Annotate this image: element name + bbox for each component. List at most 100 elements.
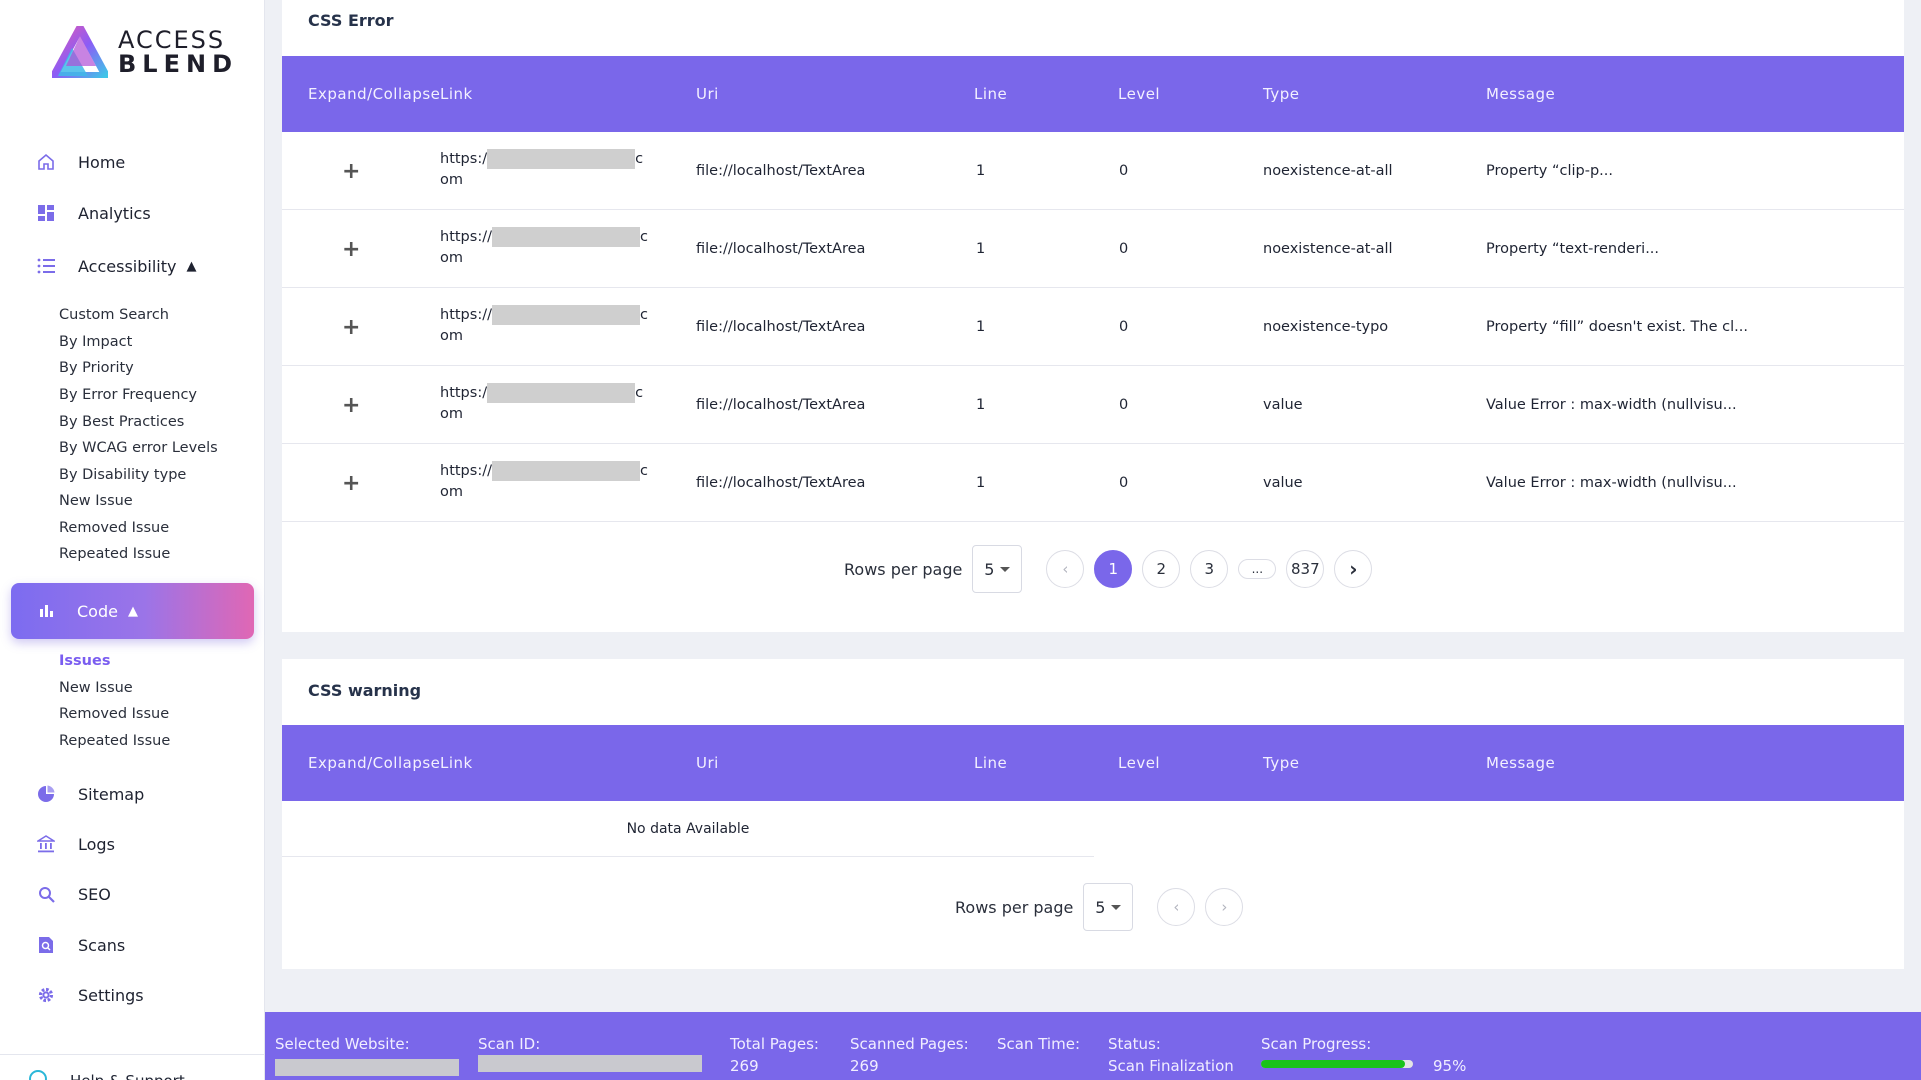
sidebar-item-by-best-practices[interactable]: By Best Practices [59, 414, 184, 430]
prev-page-button[interactable]: ‹ [1157, 888, 1196, 926]
col-message: Message [1486, 753, 1556, 772]
selected-website-redacted [275, 1059, 459, 1076]
rows-per-page-select[interactable]: 5 [972, 545, 1023, 593]
expand-plus-icon[interactable]: + [342, 237, 360, 262]
link-cell[interactable]: https:// c om [440, 444, 648, 522]
brand-line-1: ACCESS [118, 26, 226, 54]
sidebar-item-removed-issue[interactable]: Removed Issue [59, 520, 169, 536]
nav-scans[interactable]: Scans [36, 930, 125, 960]
scan-time: Scan Time: [997, 1033, 1080, 1055]
chevron-left-icon: ‹ [1173, 898, 1180, 916]
scan-status: Status: Scan Finalization [1108, 1033, 1234, 1077]
total-pages: Total Pages: 269 [730, 1033, 819, 1077]
level-cell: 0 [1119, 163, 1129, 179]
page-button-1[interactable]: 1 [1094, 550, 1133, 588]
link-suffix: c [639, 307, 648, 323]
page-ellipsis[interactable]: ... [1238, 559, 1277, 579]
sidebar-item-by-disability[interactable]: By Disability type [59, 467, 186, 483]
nav-help-support[interactable]: Help & Support [0, 1054, 265, 1080]
sidebar-item-code-repeated-issue[interactable]: Repeated Issue [59, 733, 170, 749]
scan-status-bar: Selected Website: Scan ID: Total Pages: … [265, 1012, 1921, 1080]
next-page-button[interactable]: › [1205, 888, 1244, 926]
rows-per-page-value: 5 [984, 559, 995, 579]
link-prefix: https:// [440, 307, 492, 323]
sidebar-item-code-new-issue[interactable]: New Issue [59, 680, 133, 696]
nav-logs[interactable]: Logs [36, 829, 115, 859]
nav-analytics[interactable]: Analytics [36, 198, 151, 228]
chevron-right-icon: › [1221, 898, 1228, 916]
next-page-button[interactable]: › [1334, 550, 1373, 588]
link-tail: om [440, 406, 463, 422]
page-button-last[interactable]: 837 [1286, 550, 1325, 588]
sidebar-item-custom-search[interactable]: Custom Search [59, 307, 169, 323]
nav-seo[interactable]: SEO [36, 879, 111, 909]
link-prefix: https:// [440, 463, 492, 479]
dashboard-icon [36, 203, 56, 223]
link-cell[interactable]: https:/ c om [440, 366, 643, 444]
redacted-url [491, 305, 640, 325]
table-row: + https:// c om file://localhost/TextArea… [282, 444, 1904, 522]
nav-logs-label: Logs [78, 834, 115, 854]
rows-per-page-label: Rows per page [955, 897, 1074, 917]
expand-plus-icon[interactable]: + [342, 159, 360, 184]
sidebar-item-code-removed-issue[interactable]: Removed Issue [59, 706, 169, 722]
nav-settings[interactable]: Settings [36, 980, 144, 1010]
nav-home[interactable]: Home [36, 147, 125, 177]
brand-logo[interactable]: ACCESS BLEND [52, 26, 238, 78]
link-cell[interactable]: https:/ c om [440, 132, 643, 210]
col-expand-collapse: Expand/Collapse [308, 84, 441, 103]
sidebar-item-by-error-frequency[interactable]: By Error Frequency [59, 387, 197, 403]
expand-plus-icon[interactable]: + [342, 393, 360, 418]
nav-seo-label: SEO [78, 884, 111, 904]
col-message: Message [1486, 84, 1556, 103]
line-cell: 1 [976, 319, 986, 335]
type-cell: value [1263, 475, 1303, 491]
sidebar: ACCESS BLEND Home Analytics Accessibilit… [0, 0, 265, 1080]
link-suffix: c [639, 463, 648, 479]
nav-accessibility[interactable]: Accessibility ▲ [36, 251, 196, 281]
scanned-pages: Scanned Pages: 269 [850, 1033, 969, 1077]
message-cell: Value Error : max-width (nullvisu... [1486, 397, 1737, 413]
sidebar-item-by-wcag-levels[interactable]: By WCAG error Levels [59, 440, 218, 456]
nav-sitemap[interactable]: Sitemap [36, 779, 144, 809]
link-prefix: https:/ [440, 151, 488, 167]
help-icon [28, 1069, 48, 1080]
line-cell: 1 [976, 475, 986, 491]
nav-help-label: Help & Support [70, 1072, 185, 1080]
bank-icon [36, 834, 56, 854]
link-cell[interactable]: https:// c om [440, 210, 648, 288]
type-cell: noexistence-at-all [1263, 241, 1393, 257]
selected-website-label: Selected Website: [275, 1035, 410, 1053]
selected-website: Selected Website: [275, 1033, 459, 1076]
sidebar-item-repeated-issue[interactable]: Repeated Issue [59, 546, 170, 562]
search-icon [36, 884, 56, 904]
prev-page-button[interactable]: ‹ [1046, 550, 1085, 588]
redacted-url [487, 149, 636, 169]
link-tail: om [440, 172, 463, 188]
sidebar-item-by-impact[interactable]: By Impact [59, 334, 132, 350]
level-cell: 0 [1119, 241, 1129, 257]
col-expand-collapse: Expand/Collapse [308, 753, 441, 772]
rows-per-page-label: Rows per page [844, 559, 963, 579]
sidebar-item-new-issue[interactable]: New Issue [59, 493, 133, 509]
col-line: Line [974, 753, 1008, 772]
rows-per-page-select[interactable]: 5 [1083, 883, 1134, 931]
type-cell: noexistence-at-all [1263, 163, 1393, 179]
line-cell: 1 [976, 397, 986, 413]
sidebar-item-by-priority[interactable]: By Priority [59, 360, 134, 376]
expand-plus-icon[interactable]: + [342, 471, 360, 496]
col-type: Type [1263, 84, 1300, 103]
table-row: + https:/c om file://localhost/TextArea … [282, 132, 1904, 210]
expand-plus-icon[interactable]: + [342, 315, 360, 340]
caret-down-icon [1000, 566, 1011, 572]
page-button-3[interactable]: 3 [1190, 550, 1229, 588]
nav-accessibility-label: Accessibility [78, 256, 177, 276]
page-button-2[interactable]: 2 [1142, 550, 1181, 588]
scan-progress-label: Scan Progress: [1261, 1035, 1372, 1053]
link-tail: om [440, 250, 463, 266]
link-cell[interactable]: https:// c om [440, 288, 648, 366]
nav-code[interactable]: Code ▲ [11, 583, 254, 639]
link-tail: om [440, 328, 463, 344]
sidebar-item-issues[interactable]: Issues [59, 653, 110, 669]
scan-progress: Scan Progress: [1261, 1033, 1371, 1055]
